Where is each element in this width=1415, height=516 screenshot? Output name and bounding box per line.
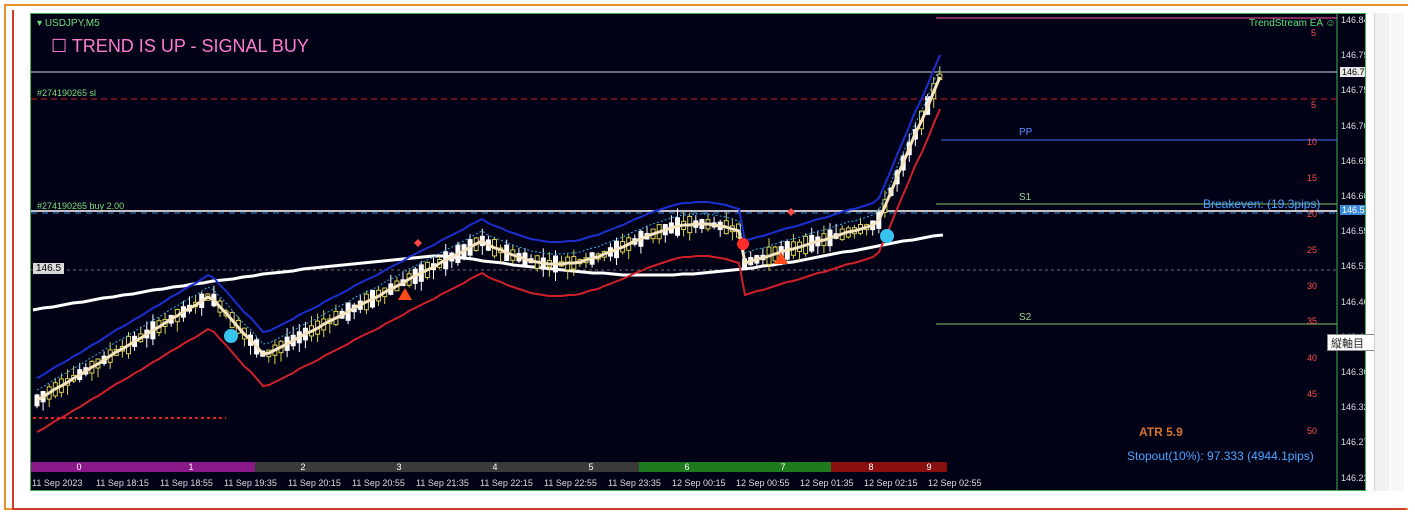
session-segment: 7 xyxy=(735,462,831,472)
time-axis-label: 11 Sep 18:55 xyxy=(160,478,213,488)
time-axis-label: 11 Sep 22:15 xyxy=(480,478,533,488)
pip-axis-label: 25 xyxy=(1307,245,1318,255)
symbol-label: ▾ USDJPY,M5 xyxy=(37,18,100,29)
order-sl-label: #274190265 sl xyxy=(37,88,97,98)
breakeven-text: Breakeven: (19.3pips) xyxy=(1203,197,1321,211)
sell-signal-dot xyxy=(737,238,749,250)
time-axis-label: 11 Sep 2023 xyxy=(32,478,83,488)
pip-axis-label: 50 xyxy=(1307,426,1318,436)
time-axis-label: 11 Sep 18:15 xyxy=(96,478,149,488)
signal-dotted-line xyxy=(36,66,941,391)
price-axis-label: 146.270 xyxy=(1341,437,1365,448)
time-axis-label: 12 Sep 00:55 xyxy=(736,478,790,488)
chart-window[interactable]: ▾ USDJPY,M5 ☐ TREND IS UP - SIGNAL BUY T… xyxy=(30,13,1366,491)
price-level-marker: 146.5 xyxy=(33,263,65,274)
session-segment: 8 xyxy=(831,462,911,472)
time-axis-label: 12 Sep 02:55 xyxy=(928,478,982,488)
price-axis-label: 146.510 xyxy=(1341,261,1365,272)
session-segment: 2 xyxy=(255,462,351,472)
session-segment: 1 xyxy=(127,462,255,472)
pip-axis-label: 30 xyxy=(1307,281,1318,291)
session-segment: 9 xyxy=(911,462,947,472)
price-axis-label: 146.320 xyxy=(1341,402,1365,413)
price-axis-label: 146.845 xyxy=(1341,15,1365,25)
price-axis-label: 146.795 xyxy=(1341,50,1365,61)
buy-signal-dot xyxy=(880,229,894,243)
price-axis-label: 146.555 xyxy=(1341,226,1365,237)
diamond-marker-icon xyxy=(787,208,795,216)
price-axis-label: 146.655 xyxy=(1341,155,1365,166)
time-axis-label: 11 Sep 19:35 xyxy=(224,478,277,488)
price-axis-label: 146.365 xyxy=(1341,367,1365,377)
pip-axis-label: 35 xyxy=(1307,316,1318,326)
order-buy-label: #274190265 buy 2.00 xyxy=(37,201,125,211)
buy-price-tag: 146.581 xyxy=(1340,205,1365,215)
time-axis-label: 12 Sep 00:15 xyxy=(672,478,726,488)
diamond-marker-icon xyxy=(414,239,422,247)
time-axis-label: 11 Sep 20:15 xyxy=(288,478,341,488)
pip-axis-label: 15 xyxy=(1307,173,1318,183)
time-axis-label: 12 Sep 01:35 xyxy=(800,478,854,488)
symbol-text: USDJPY,M5 xyxy=(44,18,100,29)
up-arrow-icon xyxy=(398,288,412,300)
time-axis-label: 12 Sep 02:15 xyxy=(864,478,918,488)
price-axis-label: 146.460 xyxy=(1341,296,1365,307)
session-segment: 0 xyxy=(31,462,127,472)
time-axis-label: 11 Sep 22:55 xyxy=(544,478,597,488)
session-segment: 3 xyxy=(351,462,447,472)
upper-band-line xyxy=(36,54,941,379)
current-price-tag: 146.772 xyxy=(1340,67,1365,77)
session-segment: 4 xyxy=(447,462,543,472)
ea-name-label: TrendStream EA ☺ xyxy=(1249,18,1336,29)
session-segment: 6 xyxy=(639,462,735,472)
pivot-pp-label: PP xyxy=(1019,127,1033,138)
atr-text: ATR 5.9 xyxy=(1139,425,1183,439)
pip-axis-label: 5 xyxy=(1311,28,1317,38)
price-axis-label: 146.225 xyxy=(1341,472,1365,483)
price-chart[interactable] xyxy=(31,14,1366,491)
stopout-text: Stopout(10%): 97.333 (4944.1pips) xyxy=(1127,449,1314,463)
pip-axis-label: 10 xyxy=(1307,137,1318,147)
vertical-scrollbar[interactable] xyxy=(1374,13,1389,491)
pip-axis-label: 40 xyxy=(1307,353,1318,363)
buy-signal-dot xyxy=(224,329,238,343)
price-axis-label: 146.750 xyxy=(1341,85,1365,96)
session-segment: 5 xyxy=(543,462,639,472)
dropdown-triangle-icon[interactable]: ▾ xyxy=(37,18,42,29)
pivot-s1-label: S1 xyxy=(1019,192,1032,203)
pip-axis-label: 5 xyxy=(1311,100,1317,110)
pip-axis-label: 20 xyxy=(1307,209,1318,219)
price-axis-label: 146.605 xyxy=(1341,191,1365,201)
pip-axis-label: 45 xyxy=(1307,389,1318,399)
time-axis-label: 11 Sep 21:35 xyxy=(416,478,469,488)
time-axis-label: 11 Sep 20:55 xyxy=(352,478,405,488)
pivot-s2-label: S2 xyxy=(1019,312,1032,323)
time-axis-label: 11 Sep 23:35 xyxy=(608,478,661,488)
trend-signal-text: ☐ TREND IS UP - SIGNAL BUY xyxy=(51,36,309,56)
side-strip xyxy=(1390,13,1404,491)
vertical-scale-popup[interactable]: 縦軸目盛 xyxy=(1327,334,1375,351)
price-axis-label: 146.700 xyxy=(1341,120,1365,131)
